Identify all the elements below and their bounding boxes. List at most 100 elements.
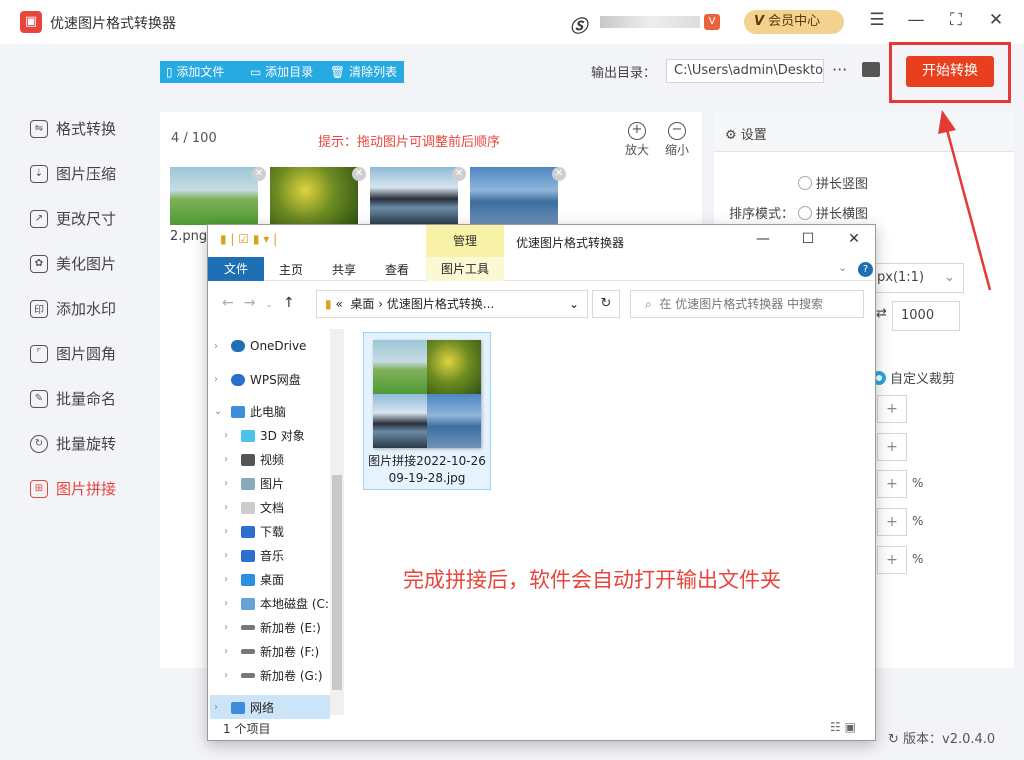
explorer-minimize-icon[interactable]: —	[753, 231, 773, 247]
nav-scroll-thumb[interactable]	[332, 475, 342, 690]
start-convert-button[interactable]: 开始转换	[906, 56, 994, 87]
chevron-right-icon: ›	[214, 702, 218, 713]
width-input[interactable]: 1000	[892, 301, 960, 331]
tab-file[interactable]: 文件	[208, 257, 264, 281]
up-icon[interactable]: ↑	[283, 295, 305, 311]
swap-icon[interactable]: ⇄	[876, 306, 887, 321]
network-icon	[231, 701, 245, 714]
sidebar-item-round-corner[interactable]: ⌜ 图片圆角	[30, 343, 116, 364]
chevron-down-icon: ⌄	[214, 406, 223, 417]
forward-icon[interactable]: →	[244, 295, 266, 311]
increment-button[interactable]: +	[877, 433, 907, 461]
view-toggle-icons[interactable]: ☷ ▣	[830, 720, 856, 734]
app-title: 优速图片格式转换器	[50, 16, 176, 32]
explorer-search-input[interactable]: ⌕ 在 优速图片格式转换器 中搜索	[630, 290, 864, 318]
add-dir-label: 添加目录	[265, 65, 314, 79]
sidebar-item-resize[interactable]: ↗ 更改尺寸	[30, 208, 116, 229]
manage-tab[interactable]: 管理	[426, 225, 504, 257]
nav-item-desktop[interactable]: › 桌面	[224, 571, 284, 588]
add-file-button[interactable]: ▯ 添加文件	[160, 61, 244, 83]
file-name: 图片拼接2022-10-26 09-19-28.jpg	[368, 454, 486, 485]
thumbnail-image[interactable]	[470, 167, 558, 225]
nav-item-drive-e[interactable]: › 新加卷 (E:)	[224, 619, 321, 636]
nav-item-music[interactable]: › 音乐	[224, 547, 284, 564]
close-icon[interactable]: ✕	[985, 10, 1007, 30]
explorer-maximize-icon[interactable]: ☐	[798, 231, 818, 247]
width-value: 1000	[901, 308, 935, 323]
sidebar-item-format[interactable]: ⇋ 格式转换	[30, 118, 116, 139]
nav-item-3d[interactable]: › 3D 对象	[224, 427, 305, 444]
nav-item-videos[interactable]: › 视频	[224, 451, 284, 468]
music-icon	[241, 549, 255, 562]
explorer-close-icon[interactable]: ✕	[844, 231, 864, 247]
minimize-icon[interactable]: —	[905, 10, 927, 30]
add-dir-button[interactable]: ▭ 添加目录	[244, 61, 324, 83]
back-icon[interactable]: ←	[222, 295, 244, 311]
menu-icon[interactable]: ☰	[866, 10, 888, 30]
tab-share[interactable]: 共享	[332, 261, 356, 278]
nav-item-onedrive[interactable]: › OneDrive	[214, 339, 306, 353]
remove-image-icon[interactable]: ✕	[252, 167, 266, 181]
increment-button[interactable]: +	[877, 470, 907, 498]
tab-picture-tools[interactable]: 图片工具	[426, 257, 504, 281]
remove-image-icon[interactable]: ✕	[452, 167, 466, 181]
nav-item-wps[interactable]: › WPS网盘	[214, 371, 301, 388]
nav-item-pictures[interactable]: › 图片	[224, 475, 284, 492]
drive-icon	[241, 649, 255, 654]
refresh-icon[interactable]: ↻	[592, 290, 620, 318]
increment-button[interactable]: +	[877, 508, 907, 536]
thumbnail-image[interactable]	[270, 167, 358, 225]
remove-image-icon[interactable]: ✕	[352, 167, 366, 181]
app-logo-icon: ▣	[20, 11, 42, 33]
settings-title-label: 设置	[740, 128, 767, 143]
maximize-icon[interactable]: ⛶	[945, 10, 967, 30]
nav-item-network[interactable]: › 网络	[214, 699, 274, 716]
file-item[interactable]: 图片拼接2022-10-26 09-19-28.jpg	[363, 332, 491, 490]
sidebar-item-stitch[interactable]: ⊞ 图片拼接	[30, 478, 116, 499]
sidebar-item-rename[interactable]: ✎ 批量命名	[30, 388, 116, 409]
vertical-radio[interactable]: 拼长竖图	[798, 173, 868, 192]
history-icon[interactable]: ⌄	[265, 300, 283, 310]
horizontal-radio[interactable]: 拼长横图	[798, 203, 868, 222]
increment-button[interactable]: +	[877, 395, 907, 423]
address-dropdown-icon[interactable]: ⌄	[569, 291, 579, 317]
chevron-right-icon: ›	[224, 646, 228, 657]
sidebar-item-watermark[interactable]: 印添加水印	[30, 298, 116, 319]
nav-item-downloads[interactable]: › 下载	[224, 523, 284, 540]
zoom-in-button[interactable]: + 放大	[622, 122, 652, 158]
nav-item-drive-c[interactable]: › 本地磁盘 (C:	[224, 595, 329, 612]
increment-button[interactable]: +	[877, 546, 907, 574]
settings-title: ⚙ 设置	[725, 128, 767, 143]
open-folder-icon[interactable]	[862, 62, 880, 77]
sidebar-label: 更改尺寸	[56, 210, 117, 228]
thumbnail-image[interactable]	[370, 167, 458, 225]
watermark-icon: 印	[30, 299, 48, 318]
ribbon-expand-icon[interactable]: ⌄	[838, 261, 847, 274]
remove-image-icon[interactable]: ✕	[552, 167, 566, 181]
nav-item-this-pc[interactable]: ⌄ 此电脑	[214, 403, 286, 420]
output-dir-field[interactable]: C:\Users\admin\Deskto	[666, 59, 824, 83]
sidebar-label: 批量命名	[56, 390, 117, 408]
sidebar-item-beautify[interactable]: ✿ 美化图片	[30, 253, 116, 274]
zoom-out-label: 缩小	[664, 143, 689, 157]
radio-icon	[798, 176, 812, 190]
nav-item-drive-f[interactable]: › 新加卷 (F:)	[224, 643, 319, 660]
nav-item-documents[interactable]: › 文档	[224, 499, 284, 516]
format-convert-icon: ⇋	[30, 119, 48, 138]
more-icon[interactable]: ···	[832, 60, 847, 79]
clear-list-button[interactable]: 🗑 清除列表	[324, 61, 404, 83]
breadcrumb-folder[interactable]: 优速图片格式转换...	[387, 297, 494, 311]
crop-radio[interactable]: 自定义裁剪	[872, 368, 955, 387]
breadcrumb-desktop[interactable]: 桌面	[350, 297, 374, 311]
nav-item-drive-g[interactable]: › 新加卷 (G:)	[224, 667, 323, 684]
help-icon[interactable]: ?	[858, 262, 873, 277]
vip-center-button[interactable]: V 会员中心	[744, 10, 844, 34]
tab-view[interactable]: 查看	[385, 261, 409, 278]
sidebar-item-compress[interactable]: ⇣ 图片压缩	[30, 163, 116, 184]
add-file-label: 添加文件	[176, 65, 225, 79]
sidebar-item-rotate[interactable]: ↻ 批量旋转	[30, 433, 116, 454]
thumbnail-image[interactable]	[170, 167, 258, 225]
address-bar[interactable]: ▮ « 桌面 › 优速图片格式转换... ⌄	[316, 290, 588, 318]
tab-home[interactable]: 主页	[279, 261, 303, 278]
zoom-out-button[interactable]: − 缩小	[662, 122, 692, 158]
